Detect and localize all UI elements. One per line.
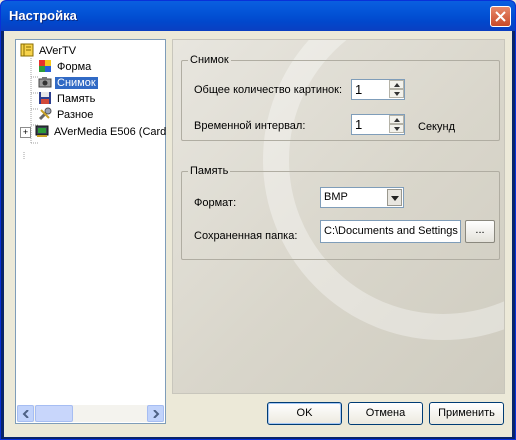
apply-button[interactable]: Применить [429, 402, 504, 425]
memory-group-title: Память [190, 165, 229, 177]
tree-item-snapshot[interactable]: Снимок [38, 75, 98, 91]
wrench-icon [38, 107, 52, 121]
arrow-up-icon [394, 83, 400, 87]
format-value: BMP [324, 191, 348, 203]
tree-item-label: AVerMedia E506 (Card [54, 126, 167, 138]
tree-item-label: AVerTV [39, 45, 77, 57]
tree-item-memory[interactable]: Память [38, 91, 97, 107]
camera-icon [38, 77, 52, 88]
time-interval-spinner[interactable]: 1 [351, 114, 405, 135]
save-folder-value: C:\Documents and Settings [324, 225, 458, 237]
arrow-down-icon [394, 92, 400, 96]
picture-count-value: 1 [355, 82, 363, 97]
tree-item-forma[interactable]: Форма [38, 59, 93, 75]
arrow-right-icon [153, 410, 160, 418]
interval-unit-label: Секунд [418, 121, 455, 133]
title-bar[interactable]: Настройка [1, 1, 515, 31]
chevron-down-icon [391, 196, 399, 201]
tv-card-icon [35, 125, 49, 137]
picture-count-spinner[interactable]: 1 [351, 79, 405, 100]
tree-expander-icon[interactable]: + [20, 127, 31, 138]
arrow-down-icon [394, 127, 400, 131]
spin-up-button[interactable] [389, 115, 404, 124]
browse-folder-button[interactable]: ... [465, 220, 495, 243]
color-palette-icon [39, 60, 51, 72]
format-select[interactable]: BMP [320, 187, 404, 208]
scroll-right-button[interactable] [147, 405, 164, 422]
scroll-thumb[interactable] [35, 405, 73, 422]
tree-item-label: Снимок [55, 77, 98, 89]
settings-tree[interactable]: AVerTV Форма Снимок Память Разное + AVerM… [15, 39, 166, 424]
spin-up-button[interactable] [389, 80, 404, 89]
tree-item-label: Форма [57, 61, 92, 73]
picture-count-label: Общее количество картинок: [194, 84, 343, 96]
tree-item-misc[interactable]: Разное [38, 107, 95, 123]
spin-down-button[interactable] [389, 89, 404, 98]
save-folder-label: Сохраненная папка: [194, 230, 298, 242]
tree-horizontal-scrollbar[interactable] [17, 405, 164, 422]
format-label: Формат: [194, 197, 237, 209]
memory-group: Память [181, 165, 500, 260]
settings-window: Настройка AVerTV Форма Снимок Память Раз… [0, 0, 516, 440]
settings-panel: Снимок Общее количество картинок: 1 Врем… [172, 39, 505, 394]
window-title: Настройка [9, 8, 77, 23]
tree-item-label: Память [57, 93, 96, 105]
spin-down-button[interactable] [389, 124, 404, 133]
snapshot-group-title: Снимок [190, 54, 229, 66]
arrow-left-icon [22, 410, 29, 418]
ok-button[interactable]: OK [267, 402, 342, 425]
tree-item-avermedia-card[interactable]: + AVerMedia E506 (Card [20, 124, 168, 140]
cancel-button[interactable]: Отмена [348, 402, 423, 425]
tree-item-avertv[interactable]: AVerTV [20, 43, 78, 59]
floppy-disk-icon [39, 92, 51, 104]
time-interval-label: Временной интервал: [194, 120, 306, 132]
tree-item-label: Разное [57, 109, 94, 121]
dialog-body: AVerTV Форма Снимок Память Разное + AVerM… [4, 31, 512, 437]
format-dropdown-button[interactable] [387, 189, 402, 206]
close-button[interactable] [490, 6, 511, 27]
time-interval-value: 1 [355, 117, 363, 132]
scroll-left-button[interactable] [17, 405, 34, 422]
arrow-up-icon [394, 118, 400, 122]
book-icon [20, 43, 34, 57]
close-icon [495, 11, 506, 22]
save-folder-field[interactable]: C:\Documents and Settings [320, 220, 461, 243]
